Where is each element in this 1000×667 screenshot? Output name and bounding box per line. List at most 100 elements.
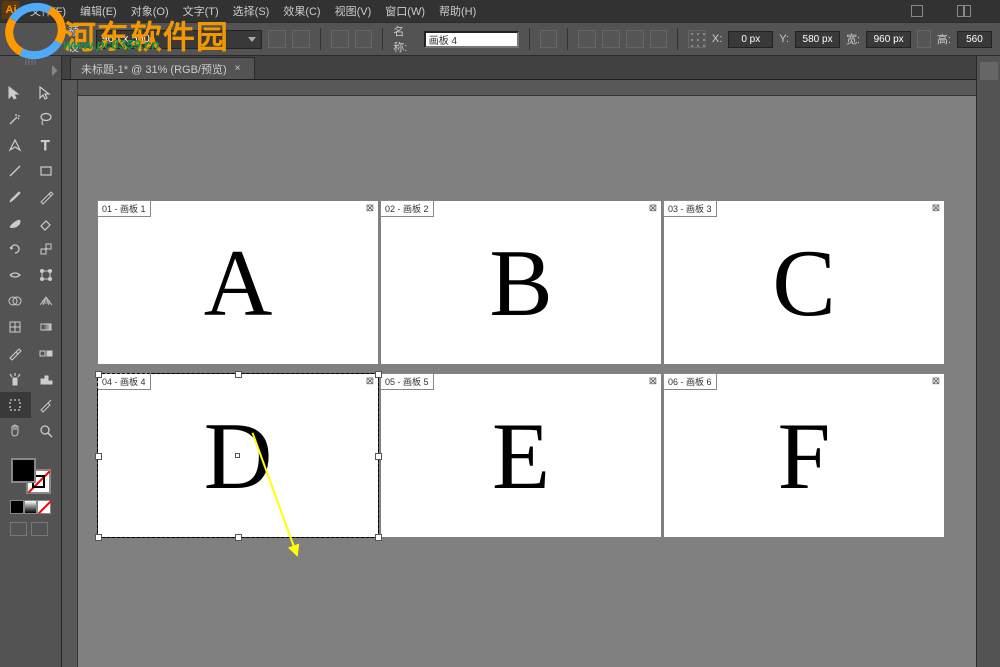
free-transform-tool[interactable]: [31, 262, 62, 288]
document-tab[interactable]: 未标题-1* @ 31% (RGB/预览) ×: [70, 57, 255, 79]
selection-handle[interactable]: [95, 453, 102, 460]
menu-window[interactable]: 窗口(W): [385, 3, 425, 19]
canvas[interactable]: 01 - 画板 1⊠A02 - 画板 2⊠B03 - 画板 3⊠C04 - 画板…: [78, 96, 976, 667]
eraser-tool[interactable]: [31, 210, 62, 236]
menu-help[interactable]: 帮助(H): [439, 3, 476, 19]
opt-icon-d[interactable]: [650, 30, 668, 48]
orientation-portrait-icon[interactable]: [268, 30, 286, 48]
gradient-mode-icon[interactable]: [24, 500, 38, 514]
w-input[interactable]: [866, 31, 911, 48]
magic-wand-tool[interactable]: [0, 106, 31, 132]
artboard-2[interactable]: 02 - 画板 2 ⊠ B: [381, 201, 661, 364]
orientation-landscape-icon[interactable]: [292, 30, 310, 48]
menu-bar: 文件(F) 编辑(E) 对象(O) 文字(T) 选择(S) 效果(C) 视图(V…: [0, 0, 1000, 22]
screen-mode-icon[interactable]: [10, 522, 27, 536]
opt-icon-a[interactable]: [578, 30, 596, 48]
artboard-name-input[interactable]: [424, 31, 519, 48]
artboard-label[interactable]: 06 - 画板 6: [663, 373, 717, 390]
lasso-tool[interactable]: [31, 106, 62, 132]
collapse-icon[interactable]: [52, 65, 62, 76]
new-artboard-icon[interactable]: [331, 30, 349, 48]
selection-tool[interactable]: [0, 80, 31, 106]
layout-icon-1[interactable]: [911, 5, 923, 17]
x-input[interactable]: [728, 31, 773, 48]
menu-type[interactable]: 文字(T): [183, 3, 219, 19]
y-input[interactable]: [795, 31, 840, 48]
column-graph-tool[interactable]: [31, 366, 62, 392]
selection-handle[interactable]: [375, 534, 382, 541]
menu-effect[interactable]: 效果(C): [283, 3, 320, 19]
artboard-close-icon[interactable]: ⊠: [365, 203, 375, 213]
selection-handle[interactable]: [235, 371, 242, 378]
menu-select[interactable]: 选择(S): [233, 3, 270, 19]
ruler-horizontal[interactable]: [62, 80, 976, 96]
artboard-close-icon[interactable]: ⊠: [648, 203, 658, 213]
paintbrush-tool[interactable]: [0, 184, 31, 210]
fill-swatch[interactable]: [11, 458, 36, 483]
artboard-close-icon[interactable]: ⊠: [648, 376, 658, 386]
ruler-vertical[interactable]: [62, 80, 78, 667]
pencil-tool[interactable]: [31, 184, 62, 210]
artboard-close-icon[interactable]: ⊠: [931, 376, 941, 386]
scale-tool[interactable]: [31, 236, 62, 262]
opt-icon-b[interactable]: [602, 30, 620, 48]
selection-handle[interactable]: [95, 534, 102, 541]
color-mode-icon[interactable]: [10, 500, 24, 514]
preset-dropdown[interactable]: 960 x 560: [96, 30, 263, 49]
h-input[interactable]: [957, 31, 992, 48]
artboard-content-letter: B: [489, 228, 552, 338]
menu-view[interactable]: 视图(V): [335, 3, 372, 19]
line-tool[interactable]: [0, 158, 31, 184]
artboard-tool[interactable]: [0, 392, 31, 418]
artboard-label[interactable]: 05 - 画板 5: [380, 373, 434, 390]
link-wh-icon[interactable]: [917, 30, 931, 48]
menu-edit[interactable]: 编辑(E): [80, 3, 117, 19]
panel-icon-1[interactable]: [980, 62, 998, 80]
selection-handle[interactable]: [95, 371, 102, 378]
delete-artboard-icon[interactable]: [355, 30, 373, 48]
none-mode-icon[interactable]: [37, 500, 51, 514]
width-tool[interactable]: [0, 262, 31, 288]
x-label: X:: [712, 33, 722, 45]
artboard-5[interactable]: 05 - 画板 5⊠E: [381, 374, 661, 537]
artboard-content-letter: C: [772, 228, 835, 338]
layout-icon-2[interactable]: [957, 5, 971, 17]
artboard-1[interactable]: 01 - 画板 1⊠A: [98, 201, 378, 364]
pen-tool[interactable]: [0, 132, 31, 158]
rotate-tool[interactable]: [0, 236, 31, 262]
symbol-sprayer-tool[interactable]: [0, 366, 31, 392]
eyedropper-tool[interactable]: [0, 340, 31, 366]
artboard-close-icon[interactable]: ⊠: [931, 203, 941, 213]
artboard-6[interactable]: 06 - 画板 6⊠F: [664, 374, 944, 537]
perspective-grid-tool[interactable]: [31, 288, 62, 314]
opt-icon-c[interactable]: [626, 30, 644, 48]
selection-handle[interactable]: [375, 371, 382, 378]
gradient-tool[interactable]: [31, 314, 62, 340]
blend-tool[interactable]: [31, 340, 62, 366]
name-label: 名称:: [393, 23, 418, 55]
move-with-artboard-icon[interactable]: [540, 30, 558, 48]
direct-selection-tool[interactable]: [31, 80, 62, 106]
selection-handle[interactable]: [235, 534, 242, 541]
zoom-tool[interactable]: [31, 418, 62, 444]
selection-handle[interactable]: [375, 453, 382, 460]
type-tool[interactable]: T: [31, 132, 62, 158]
artboard-label[interactable]: 02 - 画板 2: [380, 200, 434, 217]
mesh-tool[interactable]: [0, 314, 31, 340]
shape-builder-tool[interactable]: [0, 288, 31, 314]
menu-object[interactable]: 对象(O): [131, 3, 169, 19]
artboard-close-icon[interactable]: ⊠: [365, 376, 375, 386]
artboard-label[interactable]: 01 - 画板 1: [97, 200, 151, 217]
artboard-label[interactable]: 03 - 画板 3: [663, 200, 717, 217]
selection-handle[interactable]: [235, 453, 240, 458]
artboard-label[interactable]: 04 - 画板 4: [97, 373, 151, 390]
artboard-3[interactable]: 03 - 画板 3 ⊠ C: [664, 201, 944, 364]
hand-tool[interactable]: [0, 418, 31, 444]
close-tab-icon[interactable]: ×: [235, 63, 241, 74]
rectangle-tool[interactable]: [31, 158, 62, 184]
reference-point-icon[interactable]: [688, 30, 706, 48]
menu-file[interactable]: 文件(F): [30, 3, 66, 19]
blob-brush-tool[interactable]: [0, 210, 31, 236]
change-screen-icon[interactable]: [31, 522, 48, 536]
slice-tool[interactable]: [31, 392, 62, 418]
